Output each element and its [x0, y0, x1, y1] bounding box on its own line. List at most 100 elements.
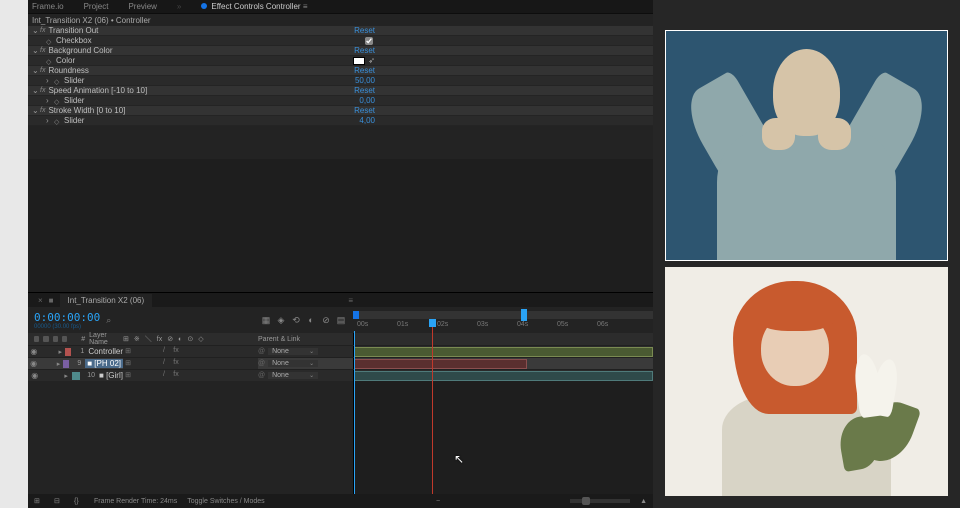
caret-right-icon[interactable]: › [46, 76, 54, 85]
switch[interactable] [147, 359, 157, 369]
ec-group-stroke[interactable]: ⌄ fx Stroke Width [0 to 10] Reset [28, 106, 653, 116]
comp-tab[interactable]: Int_Transition X2 (06) [60, 294, 153, 307]
switch[interactable] [183, 347, 193, 357]
switch[interactable]: / [159, 347, 169, 357]
layer-bar[interactable] [354, 359, 527, 369]
slider-value[interactable]: 0,00 [359, 96, 375, 105]
switch[interactable] [195, 359, 205, 369]
caret-right-icon[interactable]: › [46, 116, 54, 125]
switch[interactable] [183, 371, 193, 381]
switch[interactable] [135, 347, 145, 357]
switch[interactable] [135, 371, 145, 381]
switch[interactable]: fx [171, 359, 181, 369]
pickwhip-icon[interactable]: @ [258, 360, 265, 367]
reset-link[interactable]: Reset [354, 26, 375, 35]
slider-value[interactable]: 50,00 [355, 76, 375, 85]
ec-prop-roundness-slider[interactable]: › Slider 50,00 [28, 76, 653, 86]
ec-prop-stroke-slider[interactable]: › Slider 4,00 [28, 116, 653, 126]
tab-menu-icon[interactable]: ≡ [348, 296, 353, 305]
stopwatch-icon[interactable] [46, 57, 53, 64]
layer-row-girl[interactable]: ◉ ▸ 10 ■ [Girl] ⊞/fx @None⌄ [28, 369, 653, 381]
stopwatch-icon[interactable] [46, 37, 53, 44]
tab-preview[interactable]: Preview [128, 2, 156, 11]
visibility-icon[interactable]: ◉ [30, 359, 37, 368]
layer-name[interactable]: ■ [PH 02] [85, 359, 123, 368]
tab-project[interactable]: Project [84, 2, 109, 11]
label-color-chip[interactable] [72, 372, 80, 380]
visibility-icon[interactable]: ◉ [30, 347, 38, 356]
parent-dropdown[interactable]: None⌄ [268, 372, 318, 379]
stopwatch-icon[interactable] [54, 97, 61, 104]
layer-bar[interactable] [354, 347, 653, 357]
reset-link[interactable]: Reset [354, 106, 375, 115]
label-color-chip[interactable] [65, 348, 71, 356]
switch[interactable] [147, 371, 157, 381]
timecode[interactable]: 0:00:00:00 [34, 311, 100, 324]
switch[interactable] [207, 371, 217, 381]
toggle-switches-button[interactable]: Toggle Switches / Modes [187, 498, 264, 505]
draft3d-icon[interactable]: ◈ [275, 314, 287, 326]
ec-group-transition-out[interactable]: ⌄ fx Transition Out Reset [28, 26, 653, 36]
parent-dropdown[interactable]: None⌄ [268, 360, 318, 367]
switch[interactable] [207, 347, 217, 357]
pickwhip-icon[interactable]: @ [258, 348, 265, 355]
playhead[interactable] [432, 319, 433, 494]
switch[interactable]: ⊞ [123, 371, 133, 381]
ec-group-speed[interactable]: ⌄ fx Speed Animation [-10 to 10] Reset [28, 86, 653, 96]
close-icon[interactable]: × [38, 296, 43, 305]
toggle-icon[interactable]: {} [74, 498, 84, 505]
switch[interactable] [135, 359, 145, 369]
switch[interactable]: / [159, 371, 169, 381]
tab-menu-icon[interactable]: ≡ [303, 2, 308, 11]
ec-prop-speed-slider[interactable]: › Slider 0,00 [28, 96, 653, 106]
graph-editor-icon[interactable]: ▤ [335, 314, 347, 326]
time-ruler[interactable]: 00s 01s 02s 03s 04s 05s 06s [353, 307, 653, 333]
search-icon[interactable]: ⌕ [106, 315, 111, 326]
zoom-knob[interactable] [582, 497, 590, 505]
stopwatch-icon[interactable] [54, 77, 61, 84]
label-color-chip[interactable] [63, 360, 69, 368]
ec-group-background-color[interactable]: ⌄ fx Background Color Reset [28, 46, 653, 56]
checkbox-value[interactable] [365, 37, 375, 45]
switch[interactable]: ⊞ [123, 359, 133, 369]
switch[interactable]: ⊞ [123, 347, 133, 357]
timeline-track-area[interactable]: ↖ [353, 381, 653, 494]
layer-row-ph02[interactable]: ◉ ▸ 9 ■ [PH 02] ⊞/fx @None⌄ [28, 357, 653, 369]
work-area-end[interactable] [521, 309, 527, 321]
toggle-icon[interactable]: ⊞ [34, 497, 44, 505]
ec-prop-color[interactable]: Color ➶ [28, 56, 653, 66]
switch[interactable] [183, 359, 193, 369]
switch[interactable] [195, 371, 205, 381]
ec-group-roundness[interactable]: ⌄ fx Roundness Reset [28, 66, 653, 76]
switch[interactable]: fx [171, 347, 181, 357]
caret-right-icon[interactable]: › [46, 96, 54, 105]
layer-row-controller[interactable]: ◉ ▸ 1 Controller ⊞/fx @None⌄ [28, 345, 653, 357]
zoom-out-icon[interactable]: − [436, 498, 440, 505]
comp-flow-icon[interactable]: ■ [49, 296, 54, 305]
ec-prop-checkbox[interactable]: Checkbox [28, 36, 653, 46]
caret-right-icon[interactable]: ▸ [57, 360, 61, 368]
comp-mini-icon[interactable]: ▦ [260, 314, 272, 326]
parent-dropdown[interactable]: None⌄ [268, 348, 318, 355]
work-area-bar[interactable] [353, 311, 653, 319]
shy-icon[interactable]: ⟲ [290, 314, 302, 326]
motion-blur-icon[interactable]: ⊘ [320, 314, 332, 326]
reset-link[interactable]: Reset [354, 86, 375, 95]
caret-right-icon[interactable]: ▸ [64, 372, 70, 380]
switch[interactable] [147, 347, 157, 357]
tab-effect-controls[interactable]: Effect Controls Controller ≡ [201, 2, 307, 11]
switch[interactable]: / [159, 359, 169, 369]
checkbox-input[interactable] [365, 37, 373, 45]
slider-value[interactable]: 4,00 [359, 116, 375, 125]
zoom-slider[interactable] [570, 499, 630, 503]
switch[interactable] [195, 347, 205, 357]
layer-name[interactable]: ■ [Girl] [99, 371, 123, 380]
switch[interactable]: fx [171, 371, 181, 381]
layer-name[interactable]: Controller [88, 347, 123, 356]
playhead-handle-icon[interactable] [429, 319, 436, 327]
reset-link[interactable]: Reset [354, 66, 375, 75]
switch[interactable] [207, 359, 217, 369]
tab-frameio[interactable]: Frame.io [32, 2, 64, 11]
zoom-in-icon[interactable]: ▲ [640, 498, 647, 505]
reset-link[interactable]: Reset [354, 46, 375, 55]
